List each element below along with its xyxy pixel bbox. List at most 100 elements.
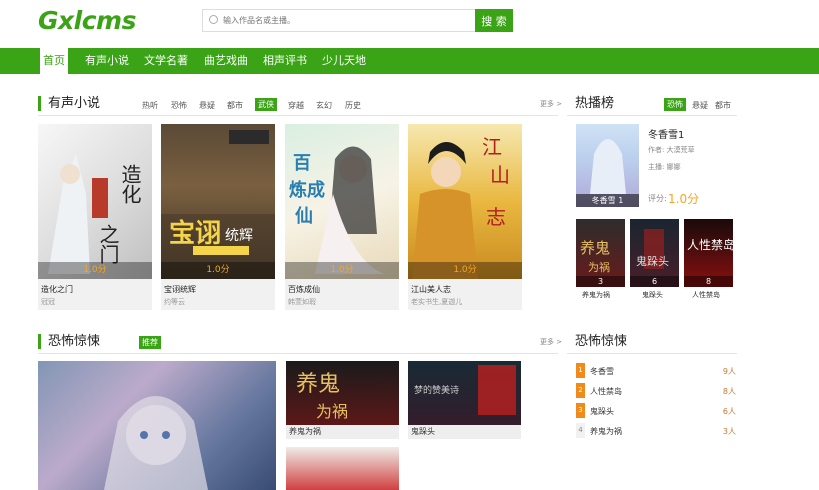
search-box: 搜 索 [202, 9, 513, 32]
svg-text:炼成: 炼成 [289, 179, 325, 201]
category-time-travel[interactable]: 穿越 [288, 100, 304, 111]
search-icon [209, 15, 218, 24]
featured-cover-label: 冬香雪 1 [576, 194, 639, 207]
book-card[interactable]: 江 山 志 1.0分 江山美人志 老实书生,夏迦儿 [408, 124, 522, 310]
book-author: 冠冠 [41, 298, 55, 306]
nav-opera[interactable]: 曲艺戏曲 [204, 48, 248, 74]
hot-thumb-num: 8 [684, 276, 733, 287]
svg-text:统辉: 统辉 [225, 228, 253, 244]
book-author: 老实书生,夏迦儿 [411, 298, 463, 306]
featured-score-label: 评分: [648, 194, 667, 203]
search-input[interactable] [223, 13, 473, 28]
category-horror[interactable]: 恐怖 [171, 100, 187, 111]
book-score: 1.0分 [161, 262, 275, 279]
book-card[interactable]: 养鬼 为祸 养鬼为祸 [286, 361, 399, 439]
hot-thumb-title[interactable]: 养鬼为祸 [582, 290, 610, 300]
nav-crosstalk[interactable]: 相声评书 [263, 48, 307, 74]
svg-text:为祸: 为祸 [588, 260, 610, 274]
book-card[interactable]: 梦的赞美诗 鬼跺头 [408, 361, 521, 439]
divider [567, 353, 737, 354]
cover-art: 百 炼成 仙 [289, 146, 385, 274]
more-link-audio-novels[interactable]: 更多 > [540, 99, 562, 109]
divider [38, 115, 558, 116]
book-card[interactable]: 百 炼成 仙 1.0分 百炼成仙 韩萱如瑕 [285, 124, 399, 310]
featured-banner[interactable] [38, 361, 276, 490]
rank-item[interactable]: 1 冬香雪 9人 [576, 363, 736, 379]
svg-text:人性禁岛: 人性禁岛 [687, 237, 733, 252]
svg-text:仙: 仙 [295, 205, 313, 227]
book-score: 1.0分 [285, 262, 399, 279]
book-score: 1.0分 [408, 262, 522, 279]
rank-count: 9人 [722, 367, 736, 376]
book-author: 韩萱如瑕 [288, 298, 316, 306]
featured-author: 作者: 大漠荒草 [648, 146, 695, 154]
svg-text:百: 百 [293, 153, 311, 174]
book-title[interactable]: 江山美人志 [411, 284, 451, 295]
svg-text:山: 山 [490, 163, 510, 187]
book-cover[interactable]: 造化 之门 1.0分 [38, 124, 152, 279]
book-cover[interactable]: 百 炼成 仙 1.0分 [285, 124, 399, 279]
hot-thumb-title[interactable]: 鬼跺头 [642, 290, 663, 300]
hot-title: 热播榜 [575, 96, 615, 111]
rank-count: 6人 [722, 407, 736, 416]
category-hot[interactable]: 热听 [142, 100, 158, 111]
book-cover[interactable]: 江 山 志 1.0分 [408, 124, 522, 279]
rank-item[interactable]: 2 人性禁岛 8人 [576, 383, 736, 399]
hot-thumb[interactable]: 养鬼 为祸 3 [576, 219, 625, 287]
cover-art: 江 山 志 [412, 135, 510, 279]
featured-score: 1.0分 [668, 192, 700, 206]
site-logo[interactable]: Gxlcms [38, 6, 136, 35]
divider [567, 115, 737, 116]
rank-num: 3 [576, 403, 585, 418]
book-title[interactable]: 百炼成仙 [288, 284, 320, 295]
rank-count: 8人 [722, 387, 736, 396]
hot-tab-horror[interactable]: 恐怖 [664, 98, 686, 111]
hot-tab-urban[interactable]: 都市 [715, 100, 731, 111]
category-history[interactable]: 历史 [345, 100, 361, 111]
svg-text:造化: 造化 [118, 164, 142, 204]
book-title[interactable]: 宝诩统辉 [164, 284, 196, 295]
book-title[interactable]: 养鬼为祸 [286, 425, 399, 439]
section-title-audio-novels: 有声小说 [38, 96, 100, 111]
book-score: 1.0分 [38, 262, 152, 279]
rank-name[interactable]: 养鬼为祸 [590, 426, 622, 437]
rank-count: 3人 [722, 427, 736, 436]
svg-text:江: 江 [482, 135, 502, 159]
svg-text:志: 志 [486, 205, 506, 229]
hot-thumb[interactable]: 鬼跺头 6 [630, 219, 679, 287]
nav-children[interactable]: 少儿天地 [322, 48, 366, 74]
rank-title-horror: 恐怖惊悚 [575, 334, 628, 349]
svg-text:宝诩: 宝诩 [169, 218, 221, 249]
nav-audio-novels[interactable]: 有声小说 [85, 48, 129, 74]
book-card[interactable]: 宝诩 统辉 1.0分 宝诩统辉 约等云 [161, 124, 275, 310]
book-title[interactable]: 造化之门 [41, 284, 73, 295]
svg-text:鬼跺头: 鬼跺头 [636, 254, 669, 268]
category-fantasy[interactable]: 玄幻 [316, 100, 332, 111]
category-suspense[interactable]: 悬疑 [199, 100, 215, 111]
nav-literature[interactable]: 文学名著 [144, 48, 188, 74]
hot-thumb[interactable]: 人性禁岛 8 [684, 219, 733, 287]
search-button[interactable]: 搜 索 [475, 9, 513, 32]
category-urban[interactable]: 都市 [227, 100, 243, 111]
rank-item[interactable]: 4 养鬼为祸 3人 [576, 423, 736, 439]
banner-art [38, 361, 276, 490]
more-link-horror[interactable]: 更多 > [540, 337, 562, 347]
featured-cover[interactable]: 冬香雪 1 [576, 124, 639, 207]
featured-title[interactable]: 冬香雪1 [648, 126, 684, 141]
rank-name[interactable]: 人性禁岛 [590, 386, 622, 397]
rank-item[interactable]: 3 鬼跺头 6人 [576, 403, 736, 419]
category-wuxia[interactable]: 武侠 [255, 98, 277, 111]
book-card[interactable]: 造化 之门 1.0分 造化之门 冠冠 [38, 124, 152, 310]
hot-thumb-title[interactable]: 人性禁岛 [692, 290, 720, 300]
cover-art: 造化 之门 [48, 154, 142, 274]
book-cover[interactable]: 宝诩 统辉 1.0分 [161, 124, 275, 279]
svg-text:养鬼: 养鬼 [580, 239, 610, 257]
rank-name[interactable]: 冬香雪 [590, 366, 614, 377]
book-card-partial[interactable] [286, 447, 399, 490]
nav-home[interactable]: 首页 [38, 48, 70, 74]
svg-text:为祸: 为祸 [316, 402, 348, 421]
rank-name[interactable]: 鬼跺头 [590, 406, 614, 417]
hot-tab-suspense[interactable]: 悬疑 [692, 100, 708, 111]
book-title[interactable]: 鬼跺头 [408, 425, 521, 439]
recommend-tag: 推荐 [139, 336, 161, 349]
